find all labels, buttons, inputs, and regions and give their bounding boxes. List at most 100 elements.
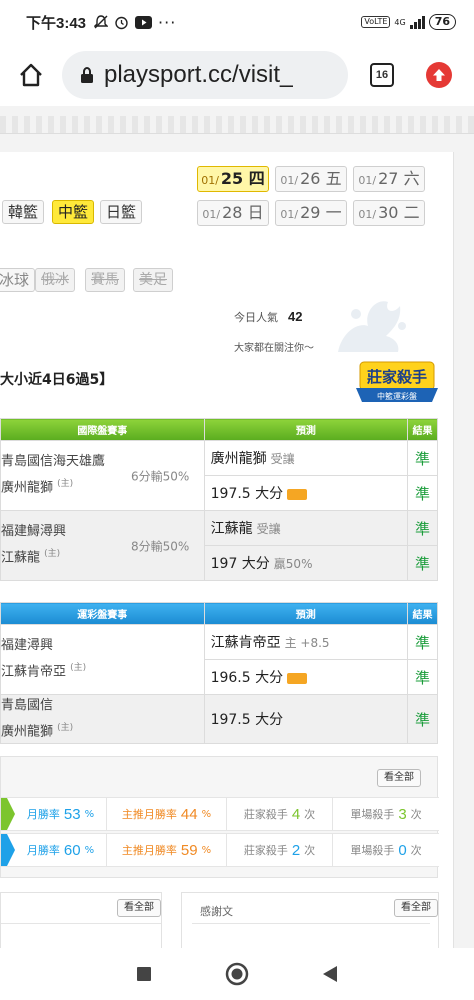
- result-cell: 準: [407, 440, 438, 476]
- thanks-panel: 感謝文 看全部: [181, 892, 439, 948]
- result-cell: 準: [407, 659, 438, 695]
- web-page: 韓籃 中籃 日籃 冰球 俄冰 賽馬 美足 01/25 四 01/26 五 01/…: [0, 106, 474, 948]
- game-cell[interactable]: 福建鱘潯興 江蘇龍 (主) 8分輸50%: [0, 510, 205, 581]
- bookmaker-killer-count: 莊家殺手 2 次: [227, 834, 333, 866]
- result-cell: 準: [407, 693, 438, 745]
- popularity-label: 今日人氣 42: [234, 309, 303, 324]
- pick-note: 贏50%: [273, 557, 313, 571]
- left-panel-view-all-button[interactable]: 看全部: [117, 899, 161, 917]
- pick-note: 受讓: [270, 452, 295, 466]
- stats-view-all-button[interactable]: 看全部: [377, 769, 421, 787]
- date-button-0125[interactable]: 01/25 四: [197, 166, 269, 192]
- home-button[interactable]: [0, 44, 62, 106]
- system-navigation-bar: [0, 948, 474, 1000]
- away-team: 青島國信: [1, 698, 54, 713]
- lock-icon: [80, 66, 94, 83]
- result-cell: 準: [407, 624, 438, 660]
- prediction-cell: 廣州龍獅 受讓: [203, 440, 409, 476]
- bookmaker-killer-count: 莊家殺手 4 次: [227, 798, 333, 830]
- badge-subtitle: 中籃運彩盤: [377, 391, 417, 401]
- signal-icon: [409, 15, 425, 29]
- pick-text: 197.5 大分: [210, 486, 284, 502]
- mute-icon: [94, 15, 109, 29]
- home-marker: (主): [57, 723, 74, 733]
- pick-text: 196.5 大分: [210, 670, 284, 686]
- status-time: 下午3:43: [26, 14, 87, 32]
- green-arrow-icon: [1, 798, 15, 830]
- date-button-0129[interactable]: 01/29 一: [275, 200, 347, 226]
- home-team: 江蘇龍: [1, 550, 41, 566]
- more-notifications-icon: ···: [158, 12, 177, 32]
- league-tab-japan-basketball[interactable]: 日籃: [100, 200, 143, 224]
- home-marker: (主): [70, 663, 87, 674]
- url-text: playsport.cc/visit_: [104, 61, 294, 88]
- date-button-0128[interactable]: 01/28 日: [197, 200, 269, 226]
- away-team: 福建潯興: [1, 638, 54, 654]
- stats-row-lottery: 月勝率 60% 主推月勝率 59% 莊家殺手 2 次 單場殺手 0 次: [1, 833, 439, 867]
- content-card: 韓籃 中籃 日籃 冰球 俄冰 賽馬 美足 01/25 四 01/26 五 01/…: [0, 152, 454, 948]
- league-tab-russia-hockey[interactable]: 俄冰: [35, 268, 75, 292]
- splash-decoration-icon: [338, 301, 406, 352]
- tab-switcher-button[interactable]: 16: [370, 63, 394, 87]
- status-bar: 下午3:43 ··· VoLTE 4G 76: [0, 0, 474, 44]
- column-header-intl-games: 國際盤賽事: [0, 418, 205, 441]
- column-header-lottery-games: 運彩盤賽事: [0, 602, 205, 625]
- blue-arrow-icon: [1, 834, 15, 866]
- thanks-panel-view-all-button[interactable]: 看全部: [394, 899, 438, 917]
- pick-text: 江蘇肯帝亞: [210, 635, 281, 651]
- result-cell: 準: [407, 545, 438, 581]
- address-bar[interactable]: playsport.cc/visit_: [62, 51, 348, 99]
- battery-icon: 76: [428, 14, 456, 30]
- prediction-cell: 196.5 大分: [203, 659, 409, 695]
- pick-text: 197 大分: [210, 556, 270, 572]
- international-odds-table: 國際盤賽事 預測 結果 青島國信海天雄鷹 廣州龍獅 (主) 6分輸50% 廣州龍…: [0, 418, 438, 581]
- result-cell: 準: [407, 475, 438, 511]
- single-game-killer-count: 單場殺手 0 次: [350, 841, 422, 859]
- home-circle-icon[interactable]: [225, 962, 249, 986]
- alarm-icon: [115, 16, 128, 29]
- stats-row-international: 月勝率 53% 主推月勝率 44% 莊家殺手 4 次 單場殺手 3 次: [1, 797, 439, 831]
- pick-note: 受讓: [256, 522, 281, 536]
- prediction-cell: 197 大分 贏50%: [203, 545, 409, 581]
- column-header-result: 結果: [407, 602, 438, 625]
- bookmaker-killer-badge: 莊家殺手 中籃運彩盤: [356, 361, 438, 402]
- prediction-cell: 197.5 大分: [203, 475, 409, 511]
- back-icon[interactable]: [322, 965, 338, 983]
- panel-divider: [1, 923, 161, 924]
- network-type: 4G: [394, 17, 406, 27]
- game-cell[interactable]: 青島國信 廣州龍獅 (主): [0, 693, 205, 745]
- date-button-0126[interactable]: 01/26 五: [275, 166, 347, 192]
- game-cell[interactable]: 福建潯興 江蘇肯帝亞 (主): [0, 624, 205, 695]
- recent-apps-icon[interactable]: [136, 966, 152, 982]
- prediction-cell: 197.5 大分: [203, 693, 409, 745]
- prediction-cell: 江蘇龍 受讓: [203, 510, 409, 546]
- stats-panel: 看全部 月勝率 53% 主推月勝率 44% 莊家殺手 4 次 單場殺手 3 次 月勝率 60%…: [0, 756, 439, 878]
- home-team: 廣州龍獅: [1, 480, 54, 496]
- youtube-icon: [135, 15, 153, 29]
- league-tab-horse-racing[interactable]: 賽馬: [85, 268, 125, 292]
- column-header-prediction: 預測: [203, 418, 409, 441]
- home-marker: (主): [44, 549, 61, 560]
- date-button-0127[interactable]: 01/27 六: [353, 166, 425, 192]
- update-arrow-icon[interactable]: [426, 62, 452, 88]
- game-cell[interactable]: 青島國信海天雄鷹 廣州龍獅 (主) 6分輸50%: [0, 440, 205, 511]
- table-row: 福建鱘潯興 江蘇龍 (主) 8分輸50% 江蘇龍 受讓 準: [0, 510, 438, 581]
- panel-divider: [192, 923, 430, 924]
- pick-text: 廣州龍獅: [210, 451, 267, 467]
- single-game-killer-count: 單場殺手 3 次: [350, 805, 422, 823]
- main-pick-tag-icon: [287, 672, 308, 684]
- pick-note: 主 +8.5: [284, 636, 330, 650]
- page-header-border: [0, 116, 474, 134]
- league-tab-china-basketball[interactable]: 中籃: [52, 200, 95, 224]
- home-team: 江蘇肯帝亞: [1, 664, 67, 680]
- league-tab-korea-basketball[interactable]: 韓籃: [2, 200, 45, 224]
- left-panel: 看全部: [0, 892, 162, 948]
- table-row: 青島國信 廣州龍獅 (主) 197.5 大分 準: [0, 693, 438, 745]
- monthly-win-rate: 月勝率 53%: [15, 798, 107, 830]
- league-tab-ice-hockey[interactable]: 冰球: [0, 268, 36, 292]
- league-tab-american-football[interactable]: 美足: [133, 268, 173, 292]
- date-button-0130[interactable]: 01/30 二: [353, 200, 425, 226]
- browser-toolbar: playsport.cc/visit_ 16: [0, 44, 474, 106]
- home-icon: [20, 63, 42, 87]
- handicap-result: 6分輸50%: [131, 469, 190, 483]
